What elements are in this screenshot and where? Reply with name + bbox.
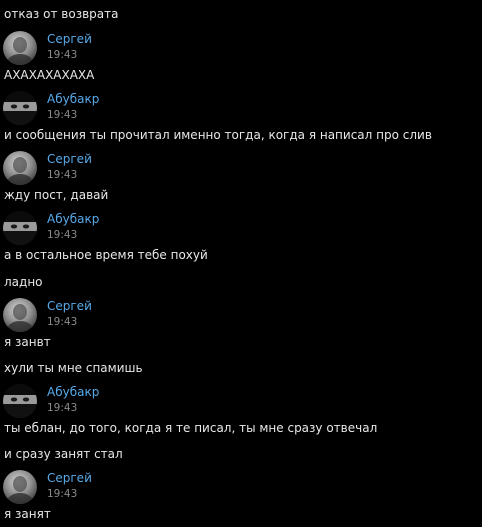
avatar[interactable] — [3, 470, 37, 504]
message-timestamp: 19:43 — [47, 488, 78, 500]
avatar[interactable] — [3, 298, 37, 332]
message-text: жду пост, давай — [4, 188, 109, 202]
message-timestamp: 19:43 — [47, 229, 78, 241]
avatar[interactable] — [3, 211, 37, 245]
message-header: Сергей 19:43 — [3, 151, 303, 185]
chat-message-list[interactable]: отказ от возврата Сергей 19:43 АХАХАХАХАХА А… — [0, 0, 482, 527]
message-text: АХАХАХАХАХА — [4, 68, 95, 82]
avatar[interactable] — [3, 31, 37, 65]
message-header: Сергей 19:43 — [3, 470, 303, 504]
message-timestamp: 19:43 — [47, 109, 78, 121]
message-text: отказ от возврата — [4, 7, 119, 21]
author-name[interactable]: Сергей — [47, 471, 92, 485]
message-header: Абубакр 19:43 — [3, 211, 303, 245]
message-timestamp: 19:43 — [47, 49, 78, 61]
author-name[interactable]: Сергей — [47, 152, 92, 166]
author-name[interactable]: Абубакр — [47, 385, 99, 399]
message-text: и сообщения ты прочитал именно тогда, ко… — [4, 128, 432, 142]
message-text: а в остальное время тебе похуй — [4, 248, 208, 262]
message-header: Абубакр 19:43 — [3, 384, 303, 418]
message-text: ты еблан, до того, когда я те писал, ты … — [4, 421, 378, 435]
message-header: Сергей 19:43 — [3, 298, 303, 332]
message-header: Сергей 19:43 — [3, 31, 303, 65]
message-timestamp: 19:43 — [47, 402, 78, 414]
author-name[interactable]: Абубакр — [47, 212, 99, 226]
message-text: ладно — [4, 275, 43, 289]
author-name[interactable]: Абубакр — [47, 92, 99, 106]
message-header: Абубакр 19:43 — [3, 91, 303, 125]
author-name[interactable]: Сергей — [47, 299, 92, 313]
message-text: хули ты мне спамишь — [4, 361, 143, 375]
message-text: я занят — [4, 507, 51, 521]
message-timestamp: 19:43 — [47, 169, 78, 181]
message-text: и сразу занят стал — [4, 447, 123, 461]
message-timestamp: 19:43 — [47, 316, 78, 328]
avatar[interactable] — [3, 384, 37, 418]
author-name[interactable]: Сергей — [47, 32, 92, 46]
avatar[interactable] — [3, 151, 37, 185]
message-text: я занвт — [4, 335, 51, 349]
avatar[interactable] — [3, 91, 37, 125]
